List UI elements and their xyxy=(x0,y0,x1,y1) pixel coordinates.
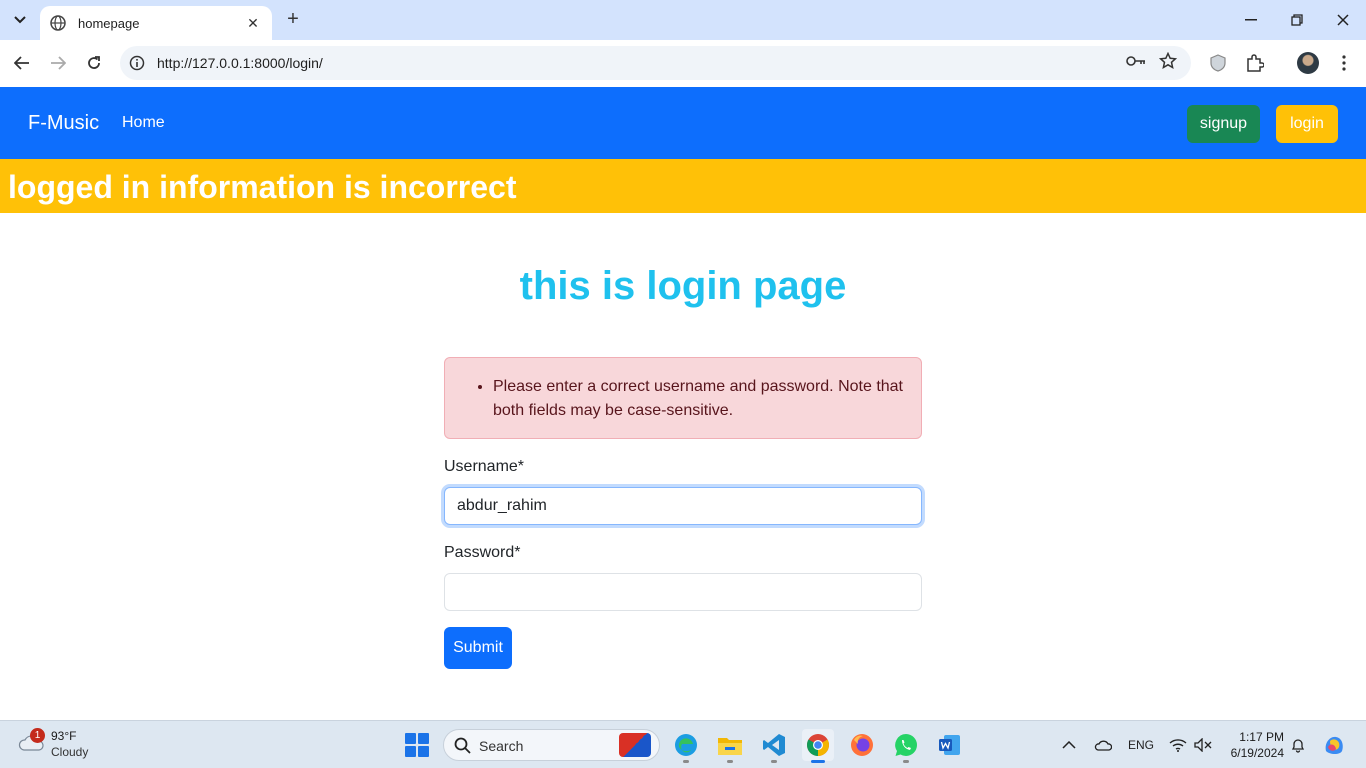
language-indicator[interactable]: ENG xyxy=(1128,721,1154,768)
navbar-brand[interactable]: F-Music xyxy=(28,112,99,135)
weather-description[interactable]: Cloudy xyxy=(51,745,88,759)
page-title: this is login page xyxy=(519,264,847,308)
shield-extension-icon[interactable] xyxy=(1206,51,1230,75)
onedrive-cloud-icon[interactable] xyxy=(1094,721,1112,768)
profile-avatar[interactable] xyxy=(1297,52,1319,74)
browser-toolbar: http://127.0.0.1:8000/login/ xyxy=(0,40,1366,87)
firefox-icon[interactable] xyxy=(846,729,878,761)
windows-start-icon[interactable] xyxy=(405,733,429,757)
vscode-icon[interactable] xyxy=(758,729,790,763)
flag-icon[interactable] xyxy=(619,733,651,757)
close-window-icon[interactable] xyxy=(1331,8,1355,32)
username-label: Username* xyxy=(444,458,525,475)
password-label: Password* xyxy=(444,544,521,561)
error-banner: logged in information is incorrect xyxy=(0,159,1366,213)
submit-button[interactable]: Submit xyxy=(444,627,512,669)
file-explorer-icon[interactable] xyxy=(714,729,746,763)
browser-tab-bar: homepage ✕ + xyxy=(0,0,1366,40)
notification-bell-icon[interactable] xyxy=(1290,721,1306,768)
taskbar-search-box[interactable]: Search xyxy=(443,729,660,761)
extensions-puzzle-icon[interactable] xyxy=(1243,51,1267,75)
back-icon[interactable] xyxy=(9,50,35,76)
edge-icon[interactable] xyxy=(670,729,702,763)
volume-muted-icon[interactable] xyxy=(1194,721,1212,768)
site-info-icon[interactable] xyxy=(120,46,154,80)
address-bar[interactable]: http://127.0.0.1:8000/login/ xyxy=(120,46,1191,80)
tab-title: homepage xyxy=(78,15,140,31)
nav-home-link[interactable]: Home xyxy=(122,114,165,132)
weather-notification-badge: 1 xyxy=(30,728,45,743)
wifi-icon[interactable] xyxy=(1169,721,1187,768)
more-menu-icon[interactable] xyxy=(1332,51,1356,75)
search-placeholder: Search xyxy=(479,738,524,754)
search-icon xyxy=(454,737,471,759)
chrome-icon[interactable] xyxy=(802,729,834,763)
new-tab-icon[interactable]: + xyxy=(282,8,304,32)
signup-button[interactable]: signup xyxy=(1187,105,1260,143)
weather-temperature[interactable]: 93°F xyxy=(51,729,76,743)
error-list-item: Please enter a correct username and pass… xyxy=(493,375,907,423)
tab-close-icon[interactable]: ✕ xyxy=(244,15,262,32)
minimize-icon[interactable] xyxy=(1239,8,1263,32)
form-error-alert: Please enter a correct username and pass… xyxy=(444,357,922,439)
word-icon[interactable] xyxy=(934,729,966,761)
password-key-icon[interactable] xyxy=(1124,49,1148,73)
username-input[interactable] xyxy=(444,487,922,525)
system-clock[interactable]: 1:17 PM 6/19/2024 xyxy=(1226,729,1284,761)
copilot-icon[interactable] xyxy=(1322,721,1346,768)
url-text: http://127.0.0.1:8000/login/ xyxy=(157,55,323,71)
show-hidden-icons-chevron-icon[interactable] xyxy=(1062,721,1076,768)
windows-taskbar: 1 93°F Cloudy Search ENG 1:17 PM 6/19/20… xyxy=(0,720,1366,768)
login-button[interactable]: login xyxy=(1276,105,1338,143)
tab-search-chevron-icon[interactable] xyxy=(8,8,32,32)
bookmark-star-icon[interactable] xyxy=(1156,49,1180,73)
whatsapp-icon[interactable] xyxy=(890,729,922,763)
clock-date: 6/19/2024 xyxy=(1230,746,1284,760)
restore-icon[interactable] xyxy=(1285,8,1309,32)
banner-message: logged in information is incorrect xyxy=(8,169,517,205)
site-navbar: F-Music Home signup login xyxy=(0,87,1366,159)
forward-icon[interactable] xyxy=(45,50,71,76)
browser-tab[interactable]: homepage ✕ xyxy=(40,6,272,40)
globe-icon xyxy=(50,15,66,31)
reload-icon[interactable] xyxy=(81,50,107,76)
clock-time: 1:17 PM xyxy=(1239,730,1284,744)
password-input[interactable] xyxy=(444,573,922,611)
